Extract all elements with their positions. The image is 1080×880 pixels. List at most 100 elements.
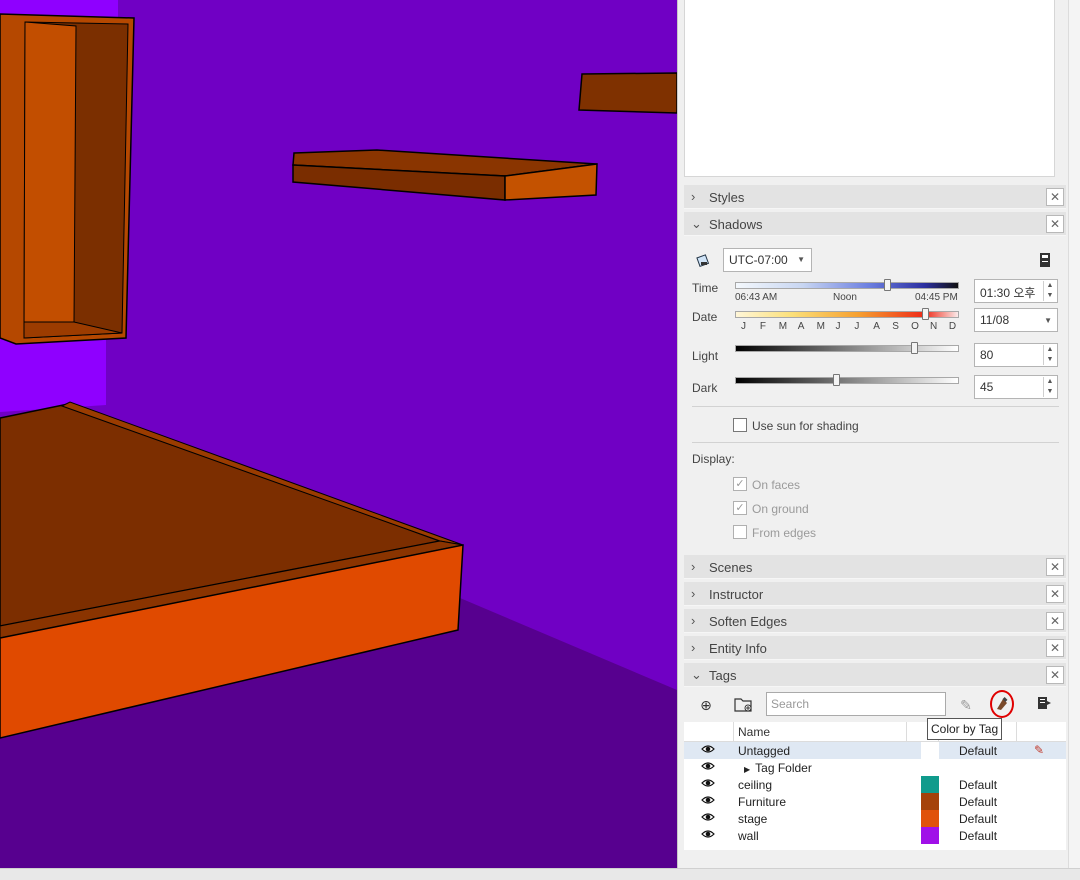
- tag-details-icon[interactable]: [1034, 695, 1054, 715]
- tag-row[interactable]: Furniture Default: [684, 793, 1066, 810]
- tag-row[interactable]: wall Default: [684, 827, 1066, 844]
- from-edges-checkbox[interactable]: [733, 525, 747, 539]
- model-viewport[interactable]: [0, 0, 677, 868]
- tag-name[interactable]: Furniture: [738, 795, 786, 809]
- panel-entity-info-header[interactable]: › Entity Info ✕: [684, 636, 1066, 660]
- dark-spinner[interactable]: ▲ ▼: [1043, 377, 1056, 397]
- add-tag-icon[interactable]: ⊕: [696, 695, 716, 715]
- tag-color-swatch[interactable]: [921, 776, 939, 793]
- tags-search-input[interactable]: Search: [766, 692, 946, 716]
- tag-linestyle[interactable]: Default: [959, 744, 997, 758]
- tag-linestyle[interactable]: Default: [959, 829, 997, 843]
- date-field[interactable]: 11/08 ▼: [974, 308, 1058, 332]
- divider: [692, 406, 1059, 407]
- close-panel-button[interactable]: ✕: [1046, 558, 1064, 576]
- tag-row[interactable]: Untagged Default ✎: [684, 742, 1066, 759]
- time-slider[interactable]: [735, 282, 959, 289]
- spin-up-icon[interactable]: ▲: [1047, 346, 1054, 353]
- active-tag-pencil-icon[interactable]: ✎: [1034, 743, 1044, 757]
- tag-name[interactable]: wall: [738, 829, 759, 843]
- add-tag-folder-icon[interactable]: [734, 695, 754, 715]
- spin-down-icon[interactable]: ▼: [1047, 388, 1054, 395]
- toggle-shadows-icon[interactable]: [695, 252, 711, 268]
- month-tick-label: M: [816, 321, 825, 332]
- panel-title: Shadows: [709, 217, 763, 232]
- tag-name[interactable]: ceiling: [738, 778, 772, 792]
- tag-name[interactable]: stage: [738, 812, 767, 826]
- color-by-tag-tooltip: Color by Tag: [927, 718, 1003, 740]
- tray-scrollbar[interactable]: [1068, 0, 1080, 868]
- name-column-label: Name: [738, 725, 771, 739]
- on-ground-label: On ground: [752, 502, 809, 516]
- color-by-tag-icon[interactable]: [990, 690, 1014, 718]
- on-faces-checkbox[interactable]: ✓: [733, 477, 747, 491]
- time-field[interactable]: 01:30 오후 ▲ ▼: [974, 279, 1058, 303]
- tag-row[interactable]: ceiling Default: [684, 776, 1066, 793]
- panel-scenes-header[interactable]: › Scenes ✕: [684, 555, 1066, 579]
- visibility-eye-icon[interactable]: [701, 812, 717, 824]
- visibility-eye-icon[interactable]: [701, 761, 717, 773]
- timezone-select[interactable]: UTC-07:00 ▼: [723, 248, 812, 272]
- tag-color-swatch[interactable]: [921, 742, 939, 759]
- tag-row[interactable]: ▶ Tag Folder: [684, 759, 1066, 776]
- dark-field[interactable]: 45 ▲ ▼: [974, 375, 1058, 399]
- visibility-eye-icon[interactable]: [701, 795, 717, 807]
- use-sun-label: Use sun for shading: [752, 419, 859, 433]
- on-ground-checkbox[interactable]: ✓: [733, 501, 747, 515]
- tag-row[interactable]: stage Default: [684, 810, 1066, 827]
- date-slider-thumb[interactable]: [922, 308, 930, 320]
- spin-up-icon[interactable]: ▲: [1047, 282, 1054, 289]
- visibility-eye-icon[interactable]: [701, 744, 717, 756]
- tag-linestyle[interactable]: Default: [959, 795, 997, 809]
- close-panel-button[interactable]: ✕: [1046, 585, 1064, 603]
- tag-linestyle[interactable]: Default: [959, 812, 997, 826]
- default-tray: › Styles ✕ ⌄ Shadows ✕ UTC-07:00 ▼ Time: [677, 0, 1080, 868]
- tag-color-swatch[interactable]: [921, 810, 939, 827]
- close-panel-button[interactable]: ✕: [1046, 639, 1064, 657]
- visibility-eye-icon[interactable]: [701, 778, 717, 790]
- month-tick-label: A: [797, 321, 805, 332]
- close-panel-button[interactable]: ✕: [1046, 612, 1064, 630]
- visibility-eye-icon[interactable]: [701, 829, 717, 841]
- chevron-right-icon: ›: [691, 613, 696, 628]
- expand-folder-icon[interactable]: ▶: [744, 765, 750, 774]
- panel-soften-edges-header[interactable]: › Soften Edges ✕: [684, 609, 1066, 633]
- month-tick-label: O: [911, 321, 919, 332]
- dark-slider[interactable]: [735, 377, 959, 384]
- panel-title: Styles: [709, 190, 745, 205]
- use-sun-checkbox[interactable]: [733, 418, 747, 432]
- expand-settings-icon[interactable]: [1039, 252, 1053, 268]
- panel-shadows-header[interactable]: ⌄ Shadows ✕: [684, 212, 1066, 236]
- close-panel-button[interactable]: ✕: [1046, 666, 1064, 684]
- light-slider[interactable]: [735, 345, 959, 352]
- spin-up-icon[interactable]: ▲: [1047, 378, 1054, 385]
- month-tick-label: J: [835, 321, 841, 332]
- panel-tags-header[interactable]: ⌄ Tags ✕: [684, 663, 1066, 687]
- light-slider-thumb[interactable]: [911, 342, 919, 354]
- light-field[interactable]: 80 ▲ ▼: [974, 343, 1058, 367]
- tag-color-swatch[interactable]: [921, 793, 939, 810]
- tag-name[interactable]: ▶ Tag Folder: [744, 761, 812, 775]
- spin-down-icon[interactable]: ▼: [1047, 292, 1054, 299]
- close-panel-button[interactable]: ✕: [1046, 215, 1064, 233]
- month-tick-label: D: [948, 321, 957, 332]
- time-slider-thumb[interactable]: [884, 279, 892, 291]
- light-spinner[interactable]: ▲ ▼: [1043, 345, 1056, 365]
- name-column-header[interactable]: Name: [734, 722, 907, 742]
- visibility-column-header[interactable]: [684, 722, 734, 742]
- tag-color-swatch[interactable]: [921, 827, 939, 844]
- dashes-column-header[interactable]: [1017, 722, 1066, 742]
- time-value: 01:30 오후: [980, 286, 1036, 300]
- spin-down-icon[interactable]: ▼: [1047, 356, 1054, 363]
- time-spinner[interactable]: ▲ ▼: [1043, 281, 1056, 301]
- close-panel-button[interactable]: ✕: [1046, 188, 1064, 206]
- status-bar: [0, 868, 1080, 880]
- panel-instructor-header[interactable]: › Instructor ✕: [684, 582, 1066, 606]
- calendar-dropdown-icon[interactable]: ▼: [1044, 316, 1052, 325]
- tag-name[interactable]: Untagged: [738, 744, 790, 758]
- chevron-down-icon: ⌄: [691, 216, 702, 231]
- dashes-pencil-icon[interactable]: ✎: [956, 695, 976, 715]
- panel-styles-header[interactable]: › Styles ✕: [684, 185, 1066, 209]
- tag-linestyle[interactable]: Default: [959, 778, 997, 792]
- dark-slider-thumb[interactable]: [832, 374, 840, 386]
